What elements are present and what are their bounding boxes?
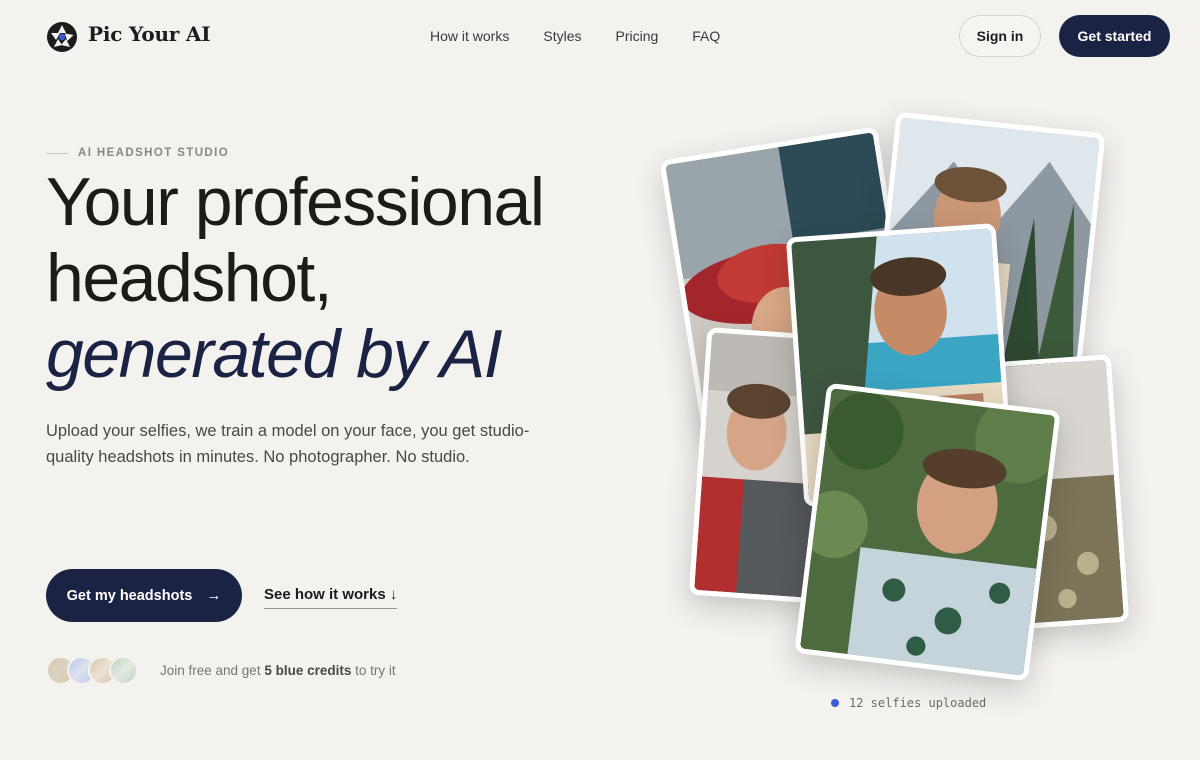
credits-prefix: Join free and get: [160, 663, 261, 678]
headline-accent: generated by AI: [46, 316, 503, 392]
arrow-right-icon: →: [206, 587, 222, 604]
eyebrow-divider: [46, 152, 68, 154]
hero-subtext: Upload your selfies, we train a model on…: [46, 422, 530, 466]
get-my-headshots-button[interactable]: Get my headshots →: [46, 569, 242, 622]
credits-text: Join free and get 5 blue credits to try …: [160, 663, 396, 678]
nav-link-pricing[interactable]: Pricing: [615, 28, 658, 44]
credits-suffix: to try it: [355, 663, 396, 678]
primary-cta-label: Get my headshots: [66, 587, 193, 604]
eyebrow-text: AI HEADSHOT STUDIO: [78, 147, 230, 159]
selfie-status: 12 selfies uploaded: [831, 696, 986, 710]
get-started-button[interactable]: Get started: [1059, 15, 1170, 57]
headline-line-2: headshot,: [46, 240, 333, 316]
main-nav: How it works Styles Pricing FAQ: [430, 28, 720, 44]
avatar-stack: [46, 656, 138, 685]
brand-name: Pic Your AI: [88, 21, 211, 46]
selfie-status-text: 12 selfies uploaded: [849, 696, 987, 710]
avatar: [109, 656, 138, 685]
credits-highlight: 5 blue credits: [264, 663, 352, 678]
headline-line-1: Your professional: [46, 164, 545, 240]
nav-link-faq[interactable]: FAQ: [692, 28, 720, 44]
see-how-it-works-link[interactable]: See how it works ↓: [264, 586, 398, 609]
status-dot-icon: [831, 699, 839, 707]
selfie-collage: [650, 100, 1150, 700]
hero-headline: Your professional headshot, generated by…: [46, 164, 545, 392]
camera-aperture-icon: [47, 22, 77, 52]
nav-link-how-it-works[interactable]: How it works: [430, 28, 509, 44]
selfie-photo-floral: [794, 382, 1061, 682]
brand-logo[interactable]: Pic Your AI: [46, 14, 211, 53]
sign-in-button[interactable]: Sign in: [959, 15, 1041, 57]
nav-link-styles[interactable]: Styles: [543, 28, 581, 44]
eyebrow: AI HEADSHOT STUDIO: [46, 147, 229, 159]
credits-row: Join free and get 5 blue credits to try …: [46, 656, 396, 685]
